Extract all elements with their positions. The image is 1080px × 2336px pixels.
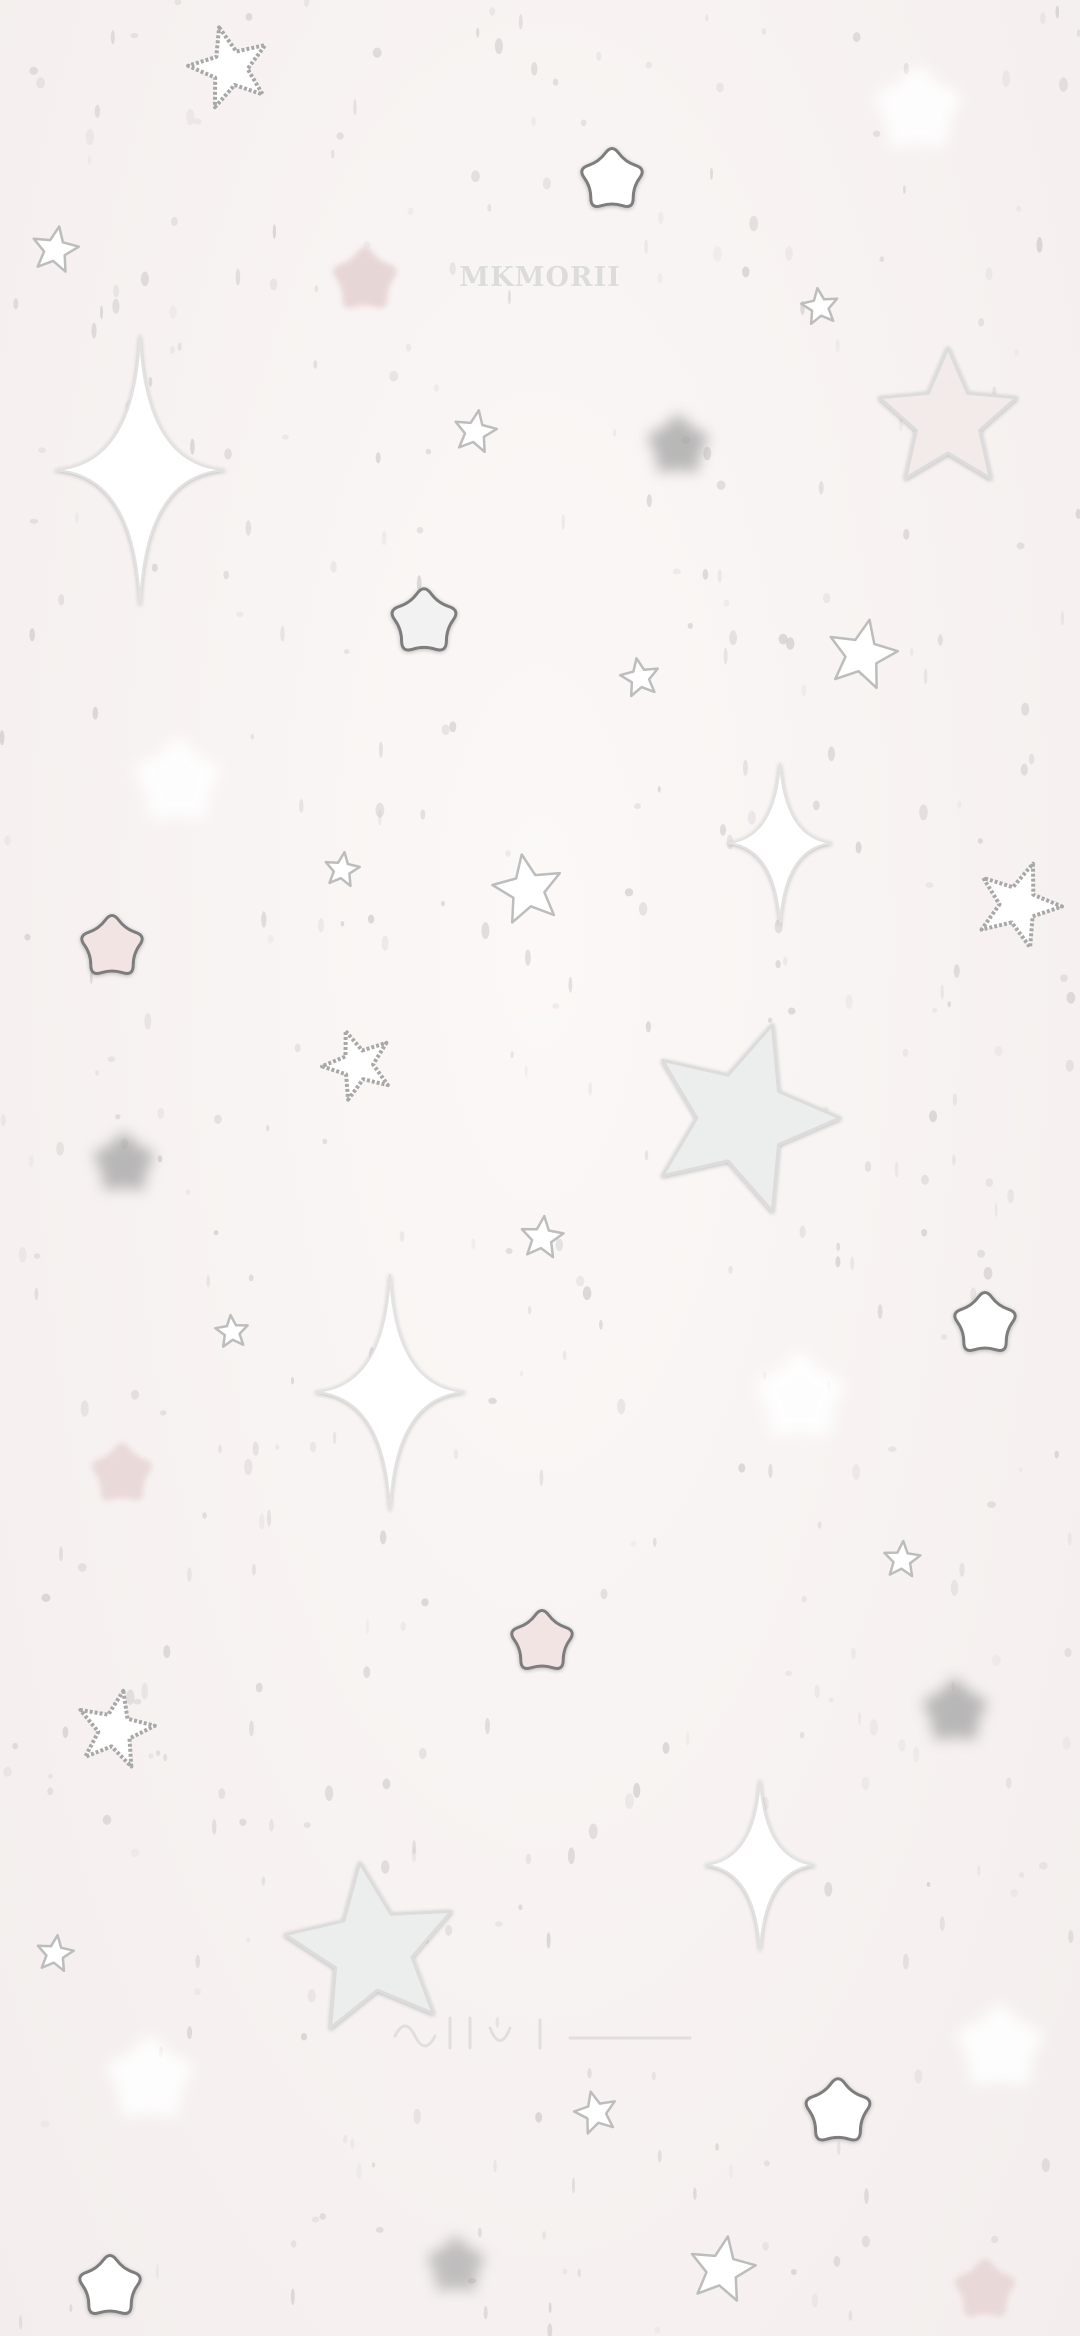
glitter-star-icon xyxy=(78,1688,157,1769)
glitter-star-icon xyxy=(186,25,268,110)
blurred-star-icon xyxy=(108,2036,192,2117)
puffy-star-icon xyxy=(390,587,458,652)
outlined-star-icon xyxy=(661,1023,842,1213)
outlined-star-icon xyxy=(454,409,499,454)
outlined-star-icon xyxy=(283,1861,453,2030)
outlined-star-icon xyxy=(829,618,900,690)
wallpaper: MKMORII xyxy=(0,0,1080,2336)
outlined-star-icon xyxy=(324,850,361,888)
outlined-star-icon xyxy=(572,2090,616,2135)
blurred-star-icon xyxy=(427,2236,485,2292)
puffy-star-icon xyxy=(953,1291,1017,1352)
blurred-star-icon xyxy=(876,66,960,147)
outlined-star-icon xyxy=(36,1933,75,1973)
puffy-star-icon xyxy=(510,1609,574,1670)
outlined-star-icon xyxy=(214,1313,249,1348)
blurred-star-icon xyxy=(923,1678,987,1741)
glitter-star-icon xyxy=(320,1029,390,1102)
blurred-star-icon xyxy=(647,414,709,473)
faded-handwriting xyxy=(393,2016,692,2050)
blurred-star-icon xyxy=(954,2258,1016,2317)
puffy-star-icon xyxy=(80,914,144,975)
puffy-star-icon xyxy=(580,147,644,208)
watermark-text: MKMORII xyxy=(459,262,621,293)
blurred-star-icon xyxy=(93,1132,155,1191)
blurred-star-icon xyxy=(91,1442,153,1501)
glitter-star-icon xyxy=(979,861,1064,950)
blurred-star-icon xyxy=(958,2004,1042,2085)
outlined-star-icon xyxy=(800,286,839,326)
blurred-star-icon xyxy=(136,738,220,819)
sparkle-icon xyxy=(704,1779,816,1951)
outlined-star-icon xyxy=(883,1539,922,1578)
star-layer xyxy=(32,25,1064,2317)
outlined-star-icon xyxy=(690,2235,757,2302)
outlined-star-icon xyxy=(618,657,659,698)
blurred-star-icon xyxy=(756,1352,844,1437)
sparkle-icon xyxy=(314,1273,466,1511)
outlined-star-icon xyxy=(491,853,562,924)
puffy-star-icon xyxy=(804,2077,872,2142)
sparkle-icon xyxy=(727,762,833,924)
sparkle-icon xyxy=(54,334,226,606)
puffy-star-icon xyxy=(78,2254,142,2315)
outlined-star-icon xyxy=(520,1214,565,1259)
outlined-star-icon xyxy=(878,346,1018,480)
